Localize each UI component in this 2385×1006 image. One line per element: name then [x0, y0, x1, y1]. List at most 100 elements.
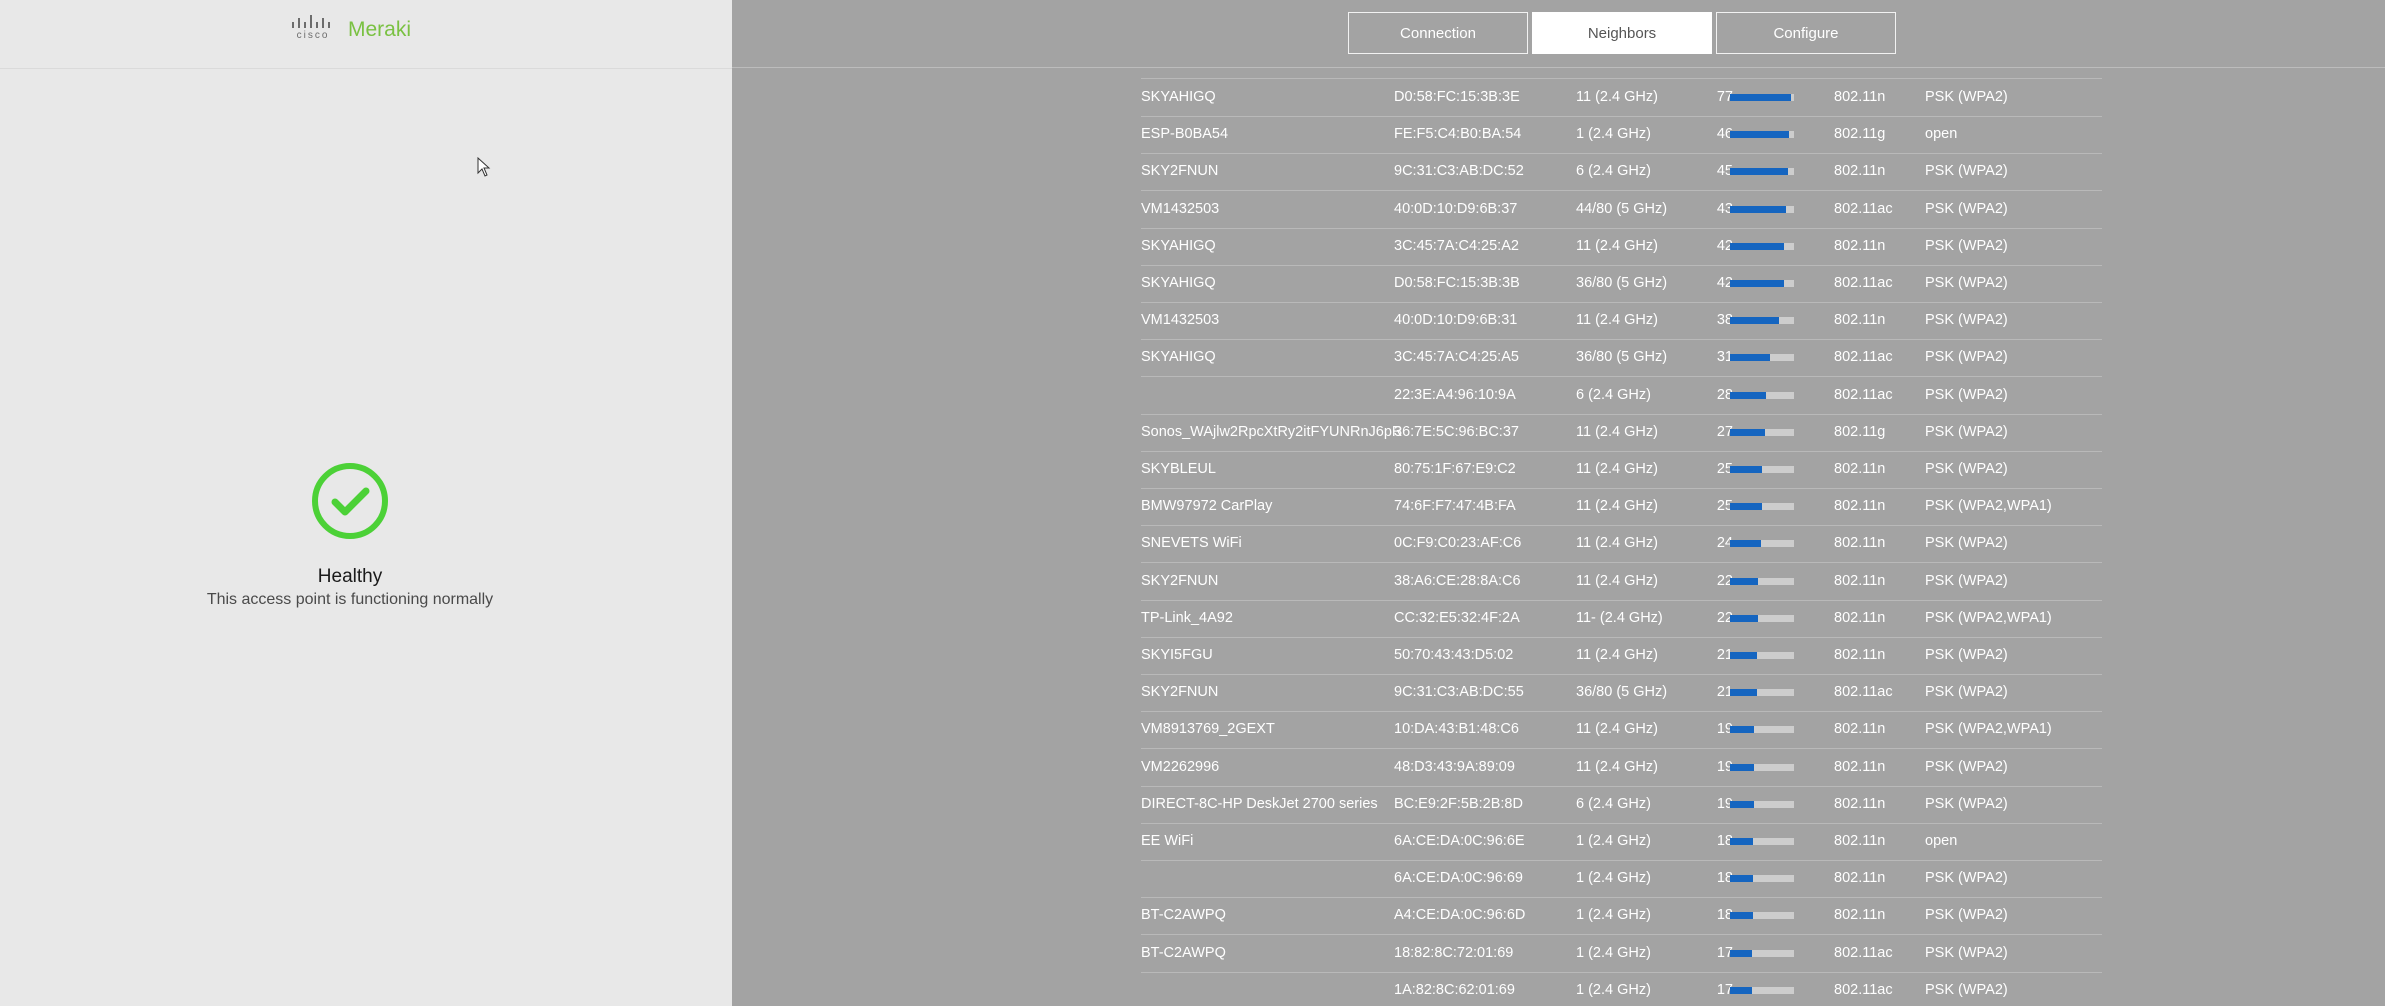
ssid-cell: Sonos_WAjlw2RpcXtRy2itFYUNRnJ6pR: [1141, 423, 1403, 440]
channel-cell: 1 (2.4 GHz): [1576, 981, 1651, 998]
ssid-cell: SKYBLEUL: [1141, 461, 1216, 477]
table-row[interactable]: 1A:82:8C:62:01:69 1 (2.4 GHz) 17 802.11ac PS…: [1141, 972, 2102, 1006]
encryption-cell: PSK (WPA2): [1925, 647, 2008, 663]
table-row[interactable]: SKYI5FGU 50:70:43:43:D5:02 11 (2.4 GHz) 21 8…: [1141, 637, 2102, 675]
ssid-cell: SKYI5FGU: [1141, 647, 1213, 663]
table-row[interactable]: SNEVETS WiFi 0C:F9:C0:23:AF:C6 11 (2.4 GHz…: [1141, 525, 2102, 564]
signal-bar-fill: [1730, 242, 1784, 250]
channel-cell: 11 (2.4 GHz): [1576, 312, 1658, 329]
ssid-cell: VM8913769_2GEXT: [1141, 721, 1275, 738]
signal-bar: [1730, 838, 1794, 845]
mode-cell: 802.11g: [1834, 126, 1886, 143]
mode-cell: 802.11ac: [1834, 200, 1893, 217]
status-panel: cisco Meraki Healthy This access point i…: [0, 0, 732, 1006]
table-row[interactable]: BT-C2AWPQ A4:CE:DA:0C:96:6D 1 (2.4 GHz) 18 8…: [1141, 897, 2102, 936]
signal-bar-fill: [1730, 317, 1779, 325]
signal-bar-fill: [1730, 800, 1755, 808]
table-row[interactable]: Sonos_WAjlw2RpcXtRy2itFYUNRnJ6pR 36:7E:5C…: [1141, 414, 2102, 452]
signal-bar-fill: [1730, 503, 1762, 511]
table-row[interactable]: BT-C2AWPQ 18:82:8C:72:01:69 1 (2.4 GHz) 17 8…: [1141, 935, 2102, 973]
signal-bar: [1730, 875, 1794, 883]
bssid-cell: 80:75:1F:67:E9:C2: [1394, 461, 1516, 477]
mode-cell: 802.11n: [1834, 907, 1886, 924]
bssid-cell: 3C:45:7A:C4:25:A5: [1394, 349, 1519, 366]
table-row[interactable]: 6A:CE:DA:0C:96:69 1 (2.4 GHz) 18 802.11n PSK…: [1141, 860, 2102, 899]
ssid-cell: BMW97972 CarPlay: [1141, 498, 1273, 515]
signal-bar-fill: [1730, 205, 1786, 213]
mode-cell: 802.11n: [1834, 795, 1886, 812]
mode-cell: 802.11n: [1834, 89, 1886, 105]
mode-cell: 802.11n: [1834, 461, 1886, 477]
encryption-cell: PSK (WPA2): [1925, 89, 2008, 105]
encryption-cell: PSK (WPA2): [1925, 758, 2008, 775]
bssid-cell: 1A:82:8C:62:01:69: [1394, 981, 1515, 998]
mode-cell: 802.11n: [1834, 647, 1886, 663]
bssid-cell: 74:6F:F7:47:4B:FA: [1394, 498, 1516, 515]
signal-bar: [1730, 354, 1794, 362]
mode-cell: 802.11ac: [1834, 944, 1893, 961]
signal-bar: [1730, 614, 1794, 622]
channel-cell: 11 (2.4 GHz): [1576, 461, 1658, 477]
encryption-cell: PSK (WPA2): [1925, 237, 2008, 254]
meraki-wordmark: Meraki: [348, 18, 412, 41]
table-row[interactable]: SKYAHIGQ 3C:45:7A:C4:25:A2 11 (2.4 GHz) 42 8…: [1141, 228, 2102, 266]
table-row[interactable]: SKY2FNUN 9C:31:C3:AB:DC:55 36/80 (5 GHz) 21…: [1141, 674, 2102, 713]
table-row[interactable]: SKYAHIGQ D0:58:FC:15:3B:3E 11 (2.4 GHz) 77 8…: [1141, 79, 2102, 117]
channel-cell: 1 (2.4 GHz): [1576, 126, 1651, 143]
encryption-cell: open: [1925, 833, 1958, 849]
channel-cell: 36/80 (5 GHz): [1576, 349, 1668, 366]
table-row[interactable]: SKY2FNUN 9C:31:C3:AB:DC:52 6 (2.4 GHz) 45 80…: [1141, 153, 2102, 192]
table-row[interactable]: ESP-B0BA54 FE:F5:C4:B0:BA:54 1 (2.4 GHz) 46…: [1141, 116, 2102, 155]
signal-bar: [1730, 912, 1794, 920]
table-row[interactable]: 22:3E:A4:96:10:9A 6 (2.4 GHz) 28 802.11ac PS…: [1141, 377, 2102, 415]
tab-connection[interactable]: Connection: [1348, 12, 1528, 54]
encryption-cell: PSK (WPA2,WPA1): [1925, 498, 2052, 515]
signal-bar: [1730, 205, 1794, 213]
table-row[interactable]: DIRECT-8C-HP DeskJet 2700 series BC:E9:2F…: [1141, 786, 2102, 824]
channel-cell: 1 (2.4 GHz): [1576, 907, 1651, 924]
tab-bar: Connection Neighbors Configure: [732, 0, 2385, 68]
table-row[interactable]: BMW97972 CarPlay 74:6F:F7:47:4B:FA 11 (2.4…: [1141, 488, 2102, 527]
signal-bar-fill: [1730, 763, 1755, 771]
ssid-cell: SKYAHIGQ: [1141, 275, 1216, 291]
table-row[interactable]: VM8913769_2GEXT 10:DA:43:B1:48:C6 11 (2.4 …: [1141, 711, 2102, 750]
channel-cell: 1 (2.4 GHz): [1576, 833, 1651, 849]
table-row[interactable]: EE WiFi 6A:CE:DA:0C:96:6E 1 (2.4 GHz) 18 802…: [1141, 823, 2102, 861]
signal-bar-fill: [1730, 689, 1757, 697]
table-row[interactable]: SKY2FNUN 38:A6:CE:28:8A:C6 11 (2.4 GHz) 22 8…: [1141, 563, 2102, 601]
signal-bar-fill: [1730, 540, 1761, 548]
signal-bar: [1730, 726, 1794, 734]
table-row[interactable]: SKYBLEUL 80:75:1F:67:E9:C2 11 (2.4 GHz) 25 8…: [1141, 451, 2102, 489]
tab-configure[interactable]: Configure: [1716, 12, 1896, 54]
signal-bar: [1730, 131, 1794, 139]
table-row[interactable]: VM1432503 40:0D:10:D9:6B:37 44/80 (5 GHz) 4…: [1141, 191, 2102, 229]
signal-bar-fill: [1730, 428, 1765, 436]
ssid-cell: ESP-B0BA54: [1141, 126, 1229, 143]
bssid-cell: 22:3E:A4:96:10:9A: [1394, 386, 1516, 403]
signal-bar: [1730, 689, 1794, 697]
table-row[interactable]: TP-Link_4A92 CC:32:E5:32:4F:2A 11- (2.4 GH…: [1141, 600, 2102, 638]
mode-cell: 802.11n: [1834, 498, 1886, 515]
encryption-cell: PSK (WPA2): [1925, 907, 2008, 924]
table-row[interactable]: SKYAHIGQ D0:58:FC:15:3B:3B 36/80 (5 GHz) 42…: [1141, 265, 2102, 303]
encryption-cell: PSK (WPA2): [1925, 386, 2008, 403]
signal-bar: [1730, 503, 1794, 511]
table-row[interactable]: VM1432503 40:0D:10:D9:6B:31 11 (2.4 GHz) 38…: [1141, 302, 2102, 341]
mode-cell: 802.11n: [1834, 535, 1886, 552]
signal-bar: [1730, 577, 1794, 585]
table-row[interactable]: SKYAHIGQ 3C:45:7A:C4:25:A5 36/80 (5 GHz) 31…: [1141, 339, 2102, 378]
encryption-cell: PSK (WPA2): [1925, 944, 2008, 961]
mode-cell: 802.11n: [1834, 572, 1886, 589]
signal-bar-fill: [1730, 94, 1791, 101]
tab-neighbors[interactable]: Neighbors: [1532, 12, 1712, 54]
ssid-cell: EE WiFi: [1141, 833, 1194, 849]
channel-cell: 11 (2.4 GHz): [1576, 237, 1658, 254]
signal-bar-fill: [1730, 726, 1755, 734]
channel-cell: 6 (2.4 GHz): [1576, 386, 1651, 403]
signal-bar-fill: [1730, 280, 1784, 287]
bssid-cell: A4:CE:DA:0C:96:6D: [1394, 907, 1526, 924]
bssid-cell: 10:DA:43:B1:48:C6: [1394, 721, 1519, 738]
cisco-bars-icon: [292, 15, 330, 28]
table-row[interactable]: VM2262996 48:D3:43:9A:89:09 11 (2.4 GHz) 19…: [1141, 749, 2102, 787]
signal-bar-fill: [1730, 466, 1762, 473]
